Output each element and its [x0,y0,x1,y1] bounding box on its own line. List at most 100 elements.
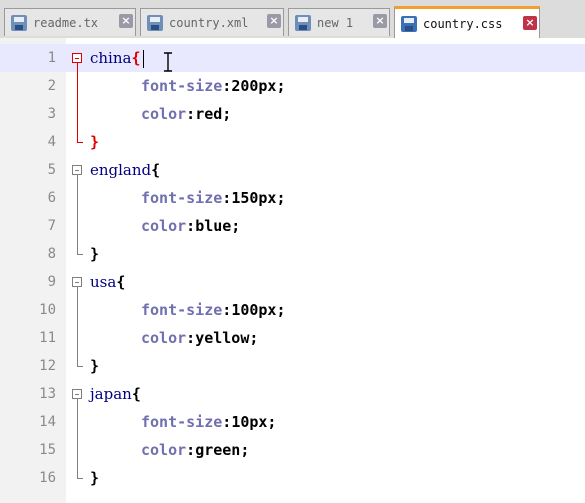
tab-label: readme.tx [33,15,99,30]
fold-collapse-icon[interactable] [72,277,82,287]
code-text[interactable]: japan{ [90,380,141,408]
line-number: 11 [39,330,56,346]
code-line[interactable]: 7 color:blue; [0,212,585,240]
code-text[interactable]: england{ [90,156,160,184]
css-value: 100px; [231,301,286,319]
code-line[interactable]: 14 font-size:10px; [0,408,585,436]
code-line[interactable]: 1 china{ [0,44,585,72]
css-value: green; [195,441,250,459]
fold-collapse-icon[interactable] [72,53,82,63]
fold-end [77,142,83,143]
colon: : [222,413,232,431]
text-caret [142,49,144,68]
code-text[interactable]: font-size:100px; [90,296,286,324]
line-number: 1 [47,50,56,66]
code-text[interactable]: china{ [90,44,144,72]
code-line[interactable]: 9 usa{ [0,268,585,296]
line-number: 4 [47,134,56,150]
fold-line [77,287,78,366]
tab-readme[interactable]: readme.tx × [4,8,136,36]
css-value: blue; [195,217,241,235]
line-number: 9 [47,274,56,290]
css-property: font-size [141,301,223,319]
css-property: color [141,441,187,459]
code-text[interactable]: } [90,464,99,492]
code-line[interactable]: 10 font-size:100px; [0,296,585,324]
tab-label: country.xml [169,15,249,30]
code-line[interactable]: 3 color:red; [0,100,585,128]
code-line[interactable]: 6 font-size:150px; [0,184,585,212]
code-text[interactable]: usa{ [90,268,125,296]
code-line[interactable]: 2 font-size:200px; [0,72,585,100]
colon: : [186,217,196,235]
code-line[interactable]: 13 japan{ [0,380,585,408]
colon: : [222,189,232,207]
colon: : [186,105,196,123]
save-icon [401,15,417,32]
save-icon [295,14,311,31]
css-selector: japan [90,385,132,403]
css-property: color [141,105,187,123]
line-number: 3 [47,106,56,122]
tab-country-xml[interactable]: country.xml × [140,8,284,36]
fold-line [77,63,78,142]
line-number: 10 [39,302,56,318]
close-brace: } [90,245,100,263]
line-number: 6 [47,190,56,206]
close-icon[interactable]: × [373,14,387,28]
open-brace: { [151,161,161,179]
css-property: font-size [141,189,223,207]
save-icon [147,14,163,31]
close-icon[interactable]: × [267,14,281,28]
code-text[interactable]: color:green; [90,436,249,464]
line-number: 16 [39,470,56,486]
tab-country-css[interactable]: country.css × [394,6,540,38]
open-brace: { [131,49,141,67]
code-line[interactable]: 12 } [0,352,585,380]
code-text[interactable]: font-size:200px; [90,72,286,100]
code-text[interactable]: color:red; [90,100,231,128]
css-value: 10px; [231,413,277,431]
code-line[interactable]: 15 color:green; [0,436,585,464]
tab-new-1[interactable]: new 1 × [288,8,390,36]
tab-label: new 1 [317,15,354,30]
code-text[interactable]: } [90,352,99,380]
line-number: 12 [39,358,56,374]
line-number: 14 [39,414,56,430]
css-value: red; [195,105,232,123]
fold-collapse-icon[interactable] [72,165,82,175]
fold-line [77,175,78,254]
code-line[interactable]: 8 } [0,240,585,268]
code-line[interactable]: 11 color:yellow; [0,324,585,352]
css-value: yellow; [195,329,259,347]
ibeam-cursor-icon [164,52,172,72]
close-icon[interactable]: × [523,16,537,30]
css-property: font-size [141,77,223,95]
code-text[interactable]: font-size:10px; [90,408,276,436]
colon: : [222,77,232,95]
close-icon[interactable]: × [119,14,133,28]
css-value: 200px; [231,77,286,95]
close-brace: } [90,357,100,375]
code-text[interactable]: color:yellow; [90,324,258,352]
code-text[interactable]: } [90,128,99,156]
code-text[interactable]: font-size:150px; [90,184,286,212]
code-line[interactable]: 16 } [0,464,585,492]
fold-end [77,254,83,255]
open-brace: { [116,273,126,291]
css-value: 150px; [231,189,286,207]
code-line[interactable]: 5 england{ [0,156,585,184]
code-text[interactable]: color:blue; [90,212,240,240]
line-number: 7 [47,218,56,234]
code-text[interactable]: } [90,240,99,268]
tab-bar: readme.tx × country.xml × new 1 × countr… [0,0,585,38]
line-number: 13 [39,386,56,402]
css-selector: usa [90,273,117,291]
fold-collapse-icon[interactable] [72,389,82,399]
line-number: 2 [47,78,56,94]
code-editor[interactable]: 1 china{ 2 font-size:200px; 3 color:red;… [0,38,585,503]
css-selector: china [90,49,132,67]
line-number: 5 [47,162,56,178]
close-brace: } [90,469,100,487]
code-line[interactable]: 4 } [0,128,585,156]
